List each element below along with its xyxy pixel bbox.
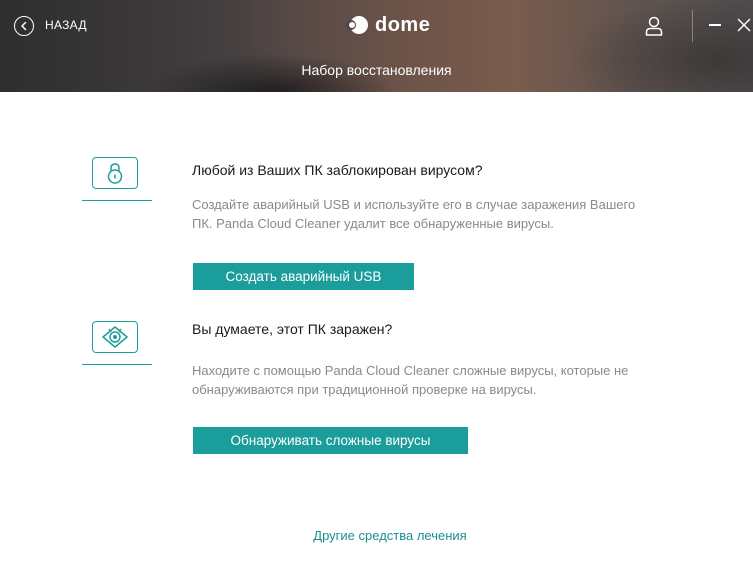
user-icon xyxy=(645,16,663,36)
other-tools-link[interactable]: Другие средства лечения xyxy=(0,528,753,543)
back-button[interactable] xyxy=(14,16,34,36)
title-bar: НАЗАД dome xyxy=(0,0,753,50)
description-line: ПК. Panda Cloud Cleaner удалит все обнар… xyxy=(192,216,554,231)
close-button[interactable] xyxy=(735,16,753,34)
section-description: Находите с помощью Panda Cloud Cleaner с… xyxy=(192,361,628,399)
section-title: Вы думаете, этот ПК заражен? xyxy=(192,321,393,337)
description-line: Создайте аварийный USB и используйте его… xyxy=(192,197,636,212)
panda-logo-icon xyxy=(346,16,368,34)
header: НАЗАД dome Набор восстановления xyxy=(0,0,753,92)
lock-icon-tile xyxy=(92,157,138,189)
title-bar-divider xyxy=(692,10,693,42)
section-description: Создайте аварийный USB и используйте его… xyxy=(192,195,635,233)
create-emergency-usb-button[interactable]: Создать аварийный USB xyxy=(193,263,414,290)
back-label[interactable]: НАЗАД xyxy=(45,18,87,32)
virus-icon-tile xyxy=(92,321,138,353)
lock-icon xyxy=(107,163,123,184)
icon-underline xyxy=(82,364,152,365)
page-title: Набор восстановления xyxy=(301,62,452,78)
icon-underline xyxy=(82,200,152,201)
dome-logo: dome xyxy=(343,13,430,37)
description-line: обнаруживаются при традиционной проверке… xyxy=(192,382,537,397)
virus-eye-icon xyxy=(102,326,128,348)
detect-advanced-viruses-button[interactable]: Обнаруживать сложные вирусы xyxy=(193,427,468,454)
section-title: Любой из Ваших ПК заблокирован вирусом? xyxy=(192,162,483,178)
app-window: НАЗАД dome Набор восстановления Любой из… xyxy=(0,0,753,563)
user-account-button[interactable] xyxy=(642,14,666,38)
minimize-button[interactable] xyxy=(709,24,721,26)
chevron-left-icon xyxy=(21,21,27,31)
description-line: Находите с помощью Panda Cloud Cleaner с… xyxy=(192,363,629,378)
close-icon xyxy=(737,18,751,32)
logo-text: dome xyxy=(375,13,431,36)
